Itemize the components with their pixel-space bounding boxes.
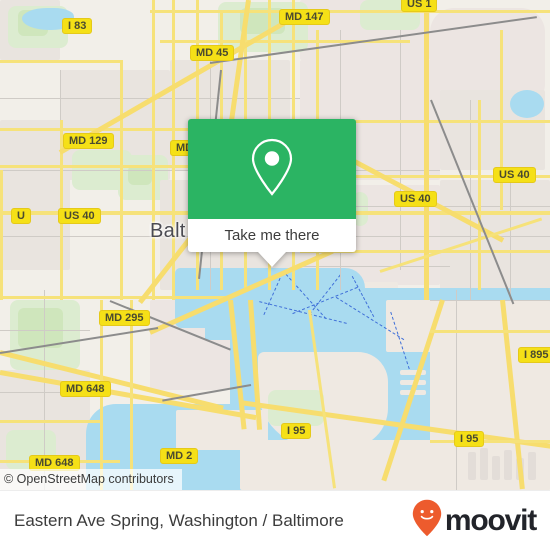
- popup-header: [188, 119, 356, 219]
- shield-us40-east: US 40: [493, 167, 536, 183]
- place-popup-card[interactable]: Take me there: [188, 119, 356, 267]
- moovit-wordmark: moovit: [444, 503, 537, 537]
- shield-us40-mid: US 40: [394, 191, 437, 207]
- moovit-logo[interactable]: moovit: [412, 499, 537, 542]
- popup-pointer-tail: [258, 252, 286, 267]
- map-attribution[interactable]: © OpenStreetMap contributors: [0, 469, 182, 490]
- map-screen: I 83 MD 45 MD 147 US 1 MD 129 MD U US 40…: [0, 0, 550, 550]
- shield-us40-west: US 40: [58, 208, 101, 224]
- moovit-pin-icon: [412, 499, 442, 542]
- shield-md648-north: MD 648: [60, 381, 111, 397]
- shield-us-partial: U: [11, 208, 31, 224]
- city-label-baltimore: Balt: [150, 220, 186, 242]
- shield-i895: I 895: [518, 347, 550, 363]
- shield-i95-west: I 95: [281, 423, 312, 439]
- shield-us1: US 1: [401, 0, 438, 12]
- shield-md45: MD 45: [190, 45, 235, 61]
- shield-i83: I 83: [62, 18, 93, 34]
- shield-i95-east: I 95: [454, 431, 485, 447]
- shield-md129: MD 129: [63, 133, 114, 149]
- take-me-there-button[interactable]: Take me there: [224, 227, 319, 244]
- popup-footer[interactable]: Take me there: [188, 219, 356, 252]
- place-title: Eastern Ave Spring, Washington / Baltimo…: [14, 510, 344, 530]
- bottom-info-bar: Eastern Ave Spring, Washington / Baltimo…: [0, 490, 550, 550]
- shield-md2: MD 2: [160, 448, 199, 464]
- shield-md295: MD 295: [99, 310, 150, 326]
- map-pin-icon: [247, 136, 297, 203]
- shield-md147: MD 147: [279, 9, 330, 25]
